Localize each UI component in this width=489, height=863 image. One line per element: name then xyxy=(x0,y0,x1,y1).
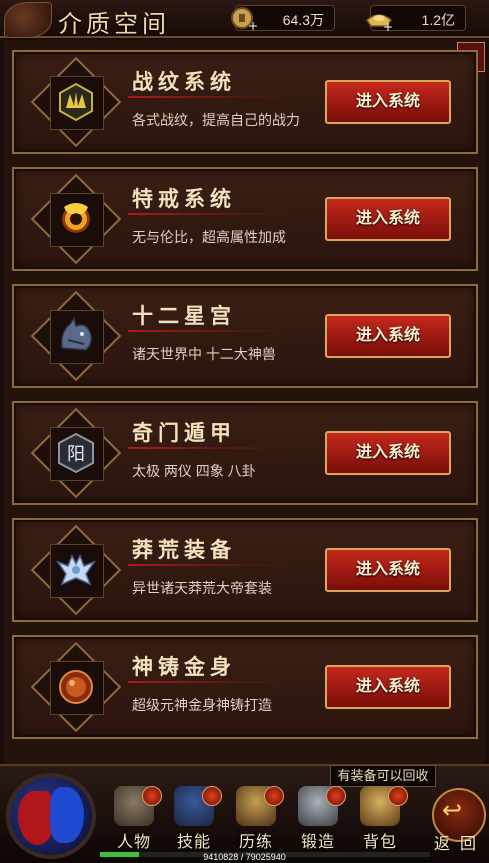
title-underline xyxy=(128,213,288,215)
enter-system-button[interactable]: 进入系统 xyxy=(325,665,451,709)
enter-system-button[interactable]: 进入系统 xyxy=(325,431,451,475)
top-bar: 介质空间 + 64.3万 + 1.2亿 xyxy=(0,0,489,38)
system-description: 太极 两仪 四象 八卦 xyxy=(132,463,256,479)
ingot-amount: 1.2亿 xyxy=(421,12,455,28)
gold-ingot-plus-icon[interactable]: + xyxy=(365,4,393,32)
title-underline xyxy=(128,96,288,98)
system-card-special-ring: 特戒系统 无与伦比，超高属性加成 进入系统 xyxy=(12,167,478,271)
nav-label: 历练 xyxy=(238,832,273,851)
system-description: 诸天世界中 十二大神兽 xyxy=(132,346,276,362)
notification-badge-icon xyxy=(264,786,284,806)
nav-bag[interactable]: 背包 xyxy=(354,786,408,851)
system-title: 神铸金身 xyxy=(132,654,236,679)
notification-badge-icon xyxy=(388,786,408,806)
title-underline xyxy=(128,681,288,683)
yin-yang-icon[interactable] xyxy=(6,773,96,859)
nav-label: 背包 xyxy=(362,832,397,851)
coin-plus-icon[interactable]: + xyxy=(230,4,258,32)
recycle-tooltip: 有装备可以回收 xyxy=(330,765,436,787)
dragon-head-icon xyxy=(60,316,93,351)
wild-armor-icon xyxy=(56,554,96,586)
system-title: 十二星宫 xyxy=(132,303,236,328)
system-title: 莽荒装备 xyxy=(132,537,236,562)
title-underline xyxy=(128,564,288,566)
system-description: 无与伦比，超高属性加成 xyxy=(132,229,286,245)
notification-badge-icon xyxy=(142,786,162,806)
enter-system-button[interactable]: 进入系统 xyxy=(325,314,451,358)
title-ornament-icon xyxy=(4,2,52,38)
coin-resource: + 64.3万 xyxy=(231,5,335,32)
experience-text: 9410828 / 79025940 xyxy=(203,852,286,862)
yin-yang-blue-half xyxy=(50,787,84,843)
nav-label: 人物 xyxy=(116,832,151,851)
nav-skill[interactable]: 技能 xyxy=(168,786,222,851)
system-title: 战纹系统 xyxy=(132,69,236,94)
back-button[interactable]: ↩ 返回 xyxy=(428,784,486,858)
title-underline xyxy=(128,330,288,332)
coin-amount: 64.3万 xyxy=(282,12,324,28)
system-description: 各式战纹，提高自己的战力 xyxy=(132,112,300,128)
system-description: 异世诸天莽荒大帝套装 xyxy=(132,580,272,596)
system-card-twelve-palaces: 十二星宫 诸天世界中 十二大神兽 进入系统 xyxy=(12,284,478,388)
system-title: 奇门遁甲 xyxy=(132,420,236,445)
yang-seal-text: 阳 xyxy=(67,444,85,465)
nav-training[interactable]: 历练 xyxy=(230,786,284,851)
notification-badge-icon xyxy=(202,786,222,806)
page-title: 介质空间 xyxy=(58,10,170,38)
nav-forge[interactable]: 锻造 xyxy=(292,786,346,851)
enter-system-button[interactable]: 进入系统 xyxy=(325,548,451,592)
battle-pattern-icon xyxy=(59,82,93,122)
enter-system-button[interactable]: 进入系统 xyxy=(325,80,451,124)
system-card-golden-body: 神铸金身 超级元神金身神铸打造 进入系统 xyxy=(12,635,478,739)
nav-character[interactable]: 人物 xyxy=(108,786,162,851)
svg-text:+: + xyxy=(383,20,393,32)
golden-body-icon xyxy=(59,670,93,704)
nav-label: 技能 xyxy=(176,832,211,851)
system-title: 特戒系统 xyxy=(132,186,236,211)
back-arrow-icon: ↩ xyxy=(442,797,463,824)
back-label: 返回 xyxy=(434,834,487,853)
svg-text:+: + xyxy=(248,19,258,32)
system-description: 超级元神金身神铸打造 xyxy=(132,697,272,713)
special-ring-icon xyxy=(62,203,90,233)
system-card-wild-armor: 莽荒装备 异世诸天莽荒大帝套装 进入系统 xyxy=(12,518,478,622)
nav-label: 锻造 xyxy=(300,832,335,851)
yin-yang-red-half xyxy=(18,791,54,845)
system-card-qimen-dunjia: 阳 奇门遁甲 太极 两仪 四象 八卦 进入系统 xyxy=(12,401,478,505)
title-underline xyxy=(128,447,288,449)
system-card-battle-pattern: 战纹系统 各式战纹，提高自己的战力 进入系统 xyxy=(12,50,478,154)
ingot-resource: + 1.2亿 xyxy=(366,5,466,32)
enter-system-button[interactable]: 进入系统 xyxy=(325,197,451,241)
notification-badge-icon xyxy=(326,786,346,806)
yang-seal-icon: 阳 xyxy=(58,432,94,474)
